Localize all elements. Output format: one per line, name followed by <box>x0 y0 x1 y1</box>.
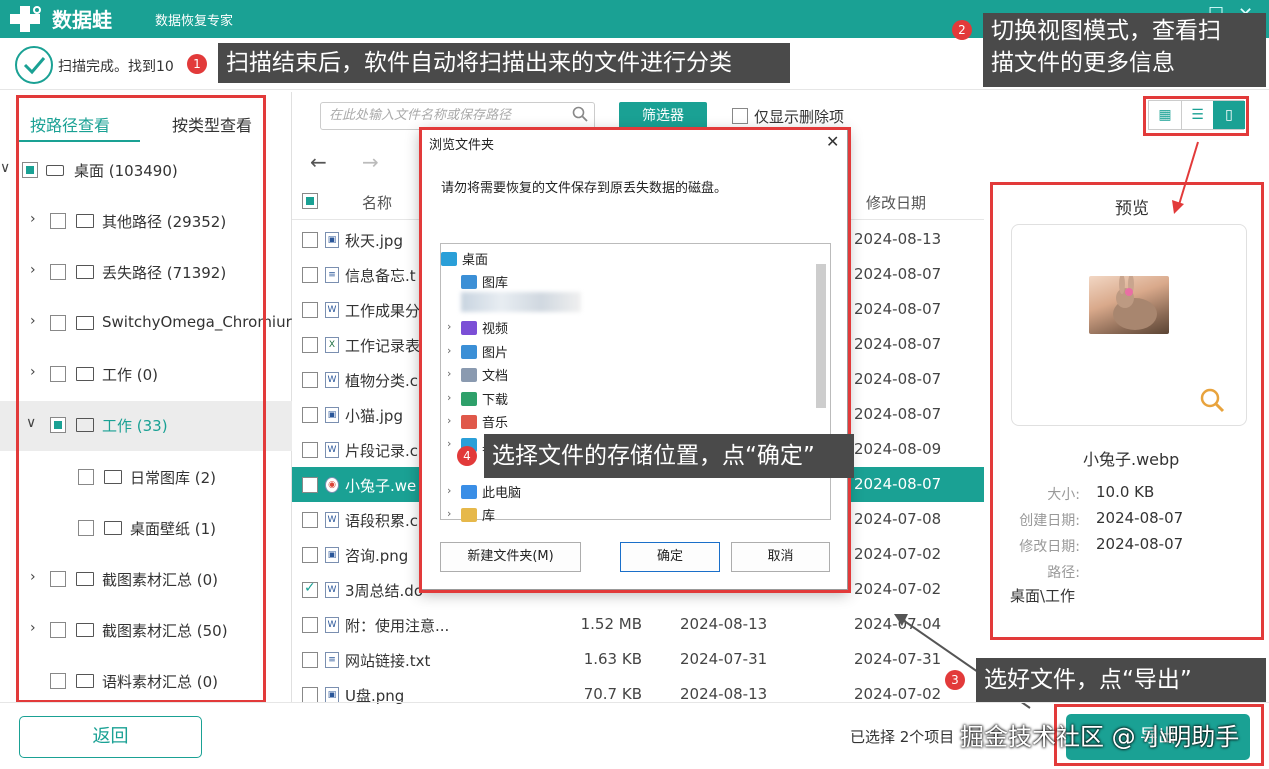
app-logo-icon <box>10 6 42 32</box>
file-name: 植物分类.c <box>345 372 419 390</box>
select-all-checkbox[interactable] <box>302 193 318 209</box>
callout-3-badge: 3 <box>945 670 965 690</box>
text-file-icon: ≡ <box>325 267 339 283</box>
file-size: 70.7 KB <box>583 685 642 703</box>
callout-3: 选好文件，点“导出” <box>976 658 1266 702</box>
file-modified: 2024-07-02 <box>854 580 942 598</box>
file-name: 工作成果分 <box>345 302 421 320</box>
file-modified: 2024-08-07 <box>854 475 942 493</box>
file-modified: 2024-07-04 <box>854 615 942 633</box>
file-name: 咨询.png <box>345 547 409 565</box>
callout-2-line1: 切换视图模式，查看扫 <box>991 18 1221 44</box>
word-file-icon: W <box>325 582 339 598</box>
file-created: 2024-08-13 <box>680 685 768 703</box>
nav-back-icon[interactable]: ← <box>310 150 327 174</box>
file-name: 附：使用注意... <box>345 617 450 635</box>
highlight-box-tree <box>16 95 266 703</box>
callout-1: 扫描结束后，软件自动将扫描出来的文件进行分类 <box>218 43 790 83</box>
file-name: 小猫.jpg <box>345 407 403 425</box>
file-row[interactable]: ≡ 网站链接.txt 1.63 KB 2024-07-31 2024-07-31 <box>292 642 984 677</box>
file-modified: 2024-07-08 <box>854 510 942 528</box>
image-file-icon: ▣ <box>325 687 339 703</box>
word-file-icon: W <box>325 372 339 388</box>
column-name[interactable]: 名称 <box>362 192 392 213</box>
file-checkbox[interactable] <box>302 337 318 353</box>
callout-2: 切换视图模式，查看扫 描文件的更多信息 <box>983 13 1266 87</box>
file-checkbox[interactable] <box>302 652 318 668</box>
callout-2-line2: 描文件的更多信息 <box>991 50 1175 76</box>
word-file-icon: W <box>325 302 339 318</box>
callout-1-badge: 1 <box>187 54 207 74</box>
file-name: 3周总结.do <box>345 582 424 600</box>
search-input[interactable]: 在此处输入文件名称或保存路径 <box>320 102 595 130</box>
file-checkbox[interactable] <box>302 547 318 563</box>
highlight-box-preview <box>990 182 1264 640</box>
file-modified: 2024-08-09 <box>854 440 942 458</box>
file-checkbox[interactable] <box>302 687 318 703</box>
file-size: 1.63 KB <box>583 650 642 668</box>
word-file-icon: W <box>325 617 339 633</box>
callout-4: 选择文件的存储位置，点“确定” <box>484 434 854 478</box>
scan-complete-icon <box>15 46 53 84</box>
chevron-down-icon[interactable]: ∨ <box>0 160 10 176</box>
file-modified: 2024-08-07 <box>854 370 942 388</box>
file-name: 网站链接.txt <box>345 652 431 670</box>
nav-forward-icon[interactable]: → <box>362 150 379 174</box>
file-name: 信息备忘.t <box>345 267 416 285</box>
file-checkbox[interactable] <box>302 267 318 283</box>
file-row[interactable]: W 附：使用注意... 1.52 MB 2024-08-13 2024-07-04 <box>292 607 984 642</box>
file-modified: 2024-08-07 <box>854 300 942 318</box>
word-file-icon: W <box>325 512 339 528</box>
file-checkbox[interactable] <box>302 477 318 493</box>
file-checkbox[interactable] <box>302 232 318 248</box>
deleted-only-checkbox[interactable] <box>732 108 748 124</box>
highlight-box-view <box>1143 96 1249 136</box>
watermark: 掘金技术社区 @ 小明助手 <box>960 723 1240 751</box>
image-file-icon: ▣ <box>325 407 339 423</box>
selected-count: 已选择 2个项目 <box>850 728 955 746</box>
search-icon[interactable] <box>572 106 588 122</box>
file-modified: 2024-08-07 <box>854 335 942 353</box>
column-modified[interactable]: 修改日期 <box>866 192 926 213</box>
file-created: 2024-08-13 <box>680 615 768 633</box>
scan-status-text: 扫描完成。找到10 <box>58 59 174 75</box>
file-checkbox[interactable] <box>302 442 318 458</box>
file-modified: 2024-07-02 <box>854 545 942 563</box>
file-checkbox[interactable] <box>302 512 318 528</box>
file-modified: 2024-07-31 <box>854 650 942 668</box>
file-created: 2024-07-31 <box>680 650 768 668</box>
file-modified: 2024-08-13 <box>854 230 942 248</box>
file-checkbox[interactable] <box>302 372 318 388</box>
image-file-icon: ▣ <box>325 547 339 563</box>
file-checkbox[interactable] <box>302 617 318 633</box>
file-checkbox[interactable] <box>302 407 318 423</box>
highlight-box-dialog <box>419 127 851 593</box>
word-file-icon: W <box>325 442 339 458</box>
app-subtitle: 数据恢复专家 <box>155 14 234 29</box>
file-name: 工作记录表 <box>345 337 421 355</box>
callout-4-badge: 4 <box>457 446 477 466</box>
callout-2-badge: 2 <box>952 20 972 40</box>
file-modified: 2024-08-07 <box>854 265 942 283</box>
chrome-file-icon: ◉ <box>325 477 339 493</box>
file-name: 秋天.jpg <box>345 232 403 250</box>
file-name: 小兔子.we <box>345 477 417 495</box>
file-modified: 2024-08-07 <box>854 405 942 423</box>
file-name: 语段积累.c <box>345 512 419 530</box>
app-name: 数据蛙 <box>52 8 112 32</box>
image-file-icon: ▣ <box>325 232 339 248</box>
excel-file-icon: X <box>325 337 339 353</box>
file-checkbox[interactable]: ✓ <box>302 580 318 598</box>
deleted-only-label: 仅显示删除项 <box>754 108 845 126</box>
back-button[interactable]: 返回 <box>19 716 202 758</box>
file-checkbox[interactable] <box>302 302 318 318</box>
text-file-icon: ≡ <box>325 652 339 668</box>
file-modified: 2024-07-02 <box>854 685 942 703</box>
file-name: 片段记录.c <box>345 442 419 460</box>
filter-button[interactable]: 筛选器 <box>619 102 707 130</box>
file-size: 1.52 MB <box>580 615 642 633</box>
